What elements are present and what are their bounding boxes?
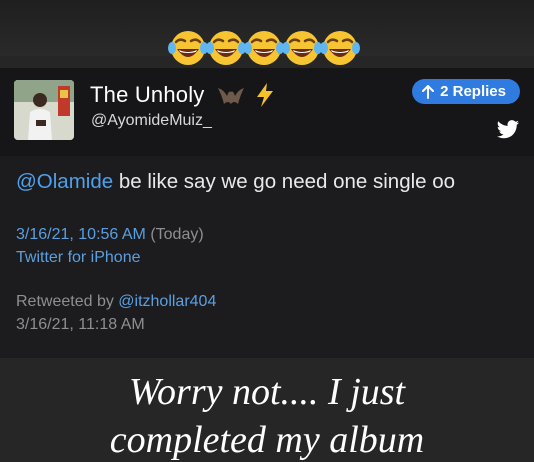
tweet-header: The Unholy @AyomideMuiz_ 2 Replies xyxy=(0,68,534,156)
avatar-photo-icon xyxy=(14,80,74,140)
tweet-card[interactable]: The Unholy @AyomideMuiz_ 2 Replies @Olam… xyxy=(0,68,534,358)
replies-button[interactable]: 2 Replies xyxy=(412,79,520,104)
retweeted-prefix: Retweeted by xyxy=(16,293,119,310)
user-handle[interactable]: @AyomideMuiz_ xyxy=(91,112,212,130)
replies-label: 2 Replies xyxy=(440,83,506,100)
story-caption-line-1: Worry not.... I just xyxy=(128,371,406,413)
tears-of-joy-emoji-icon xyxy=(168,31,208,65)
tweet-date-line: 3/16/21, 10:56 AM (Today) xyxy=(16,226,204,244)
story-caption-line-2: completed my album xyxy=(109,419,425,461)
tweet-date[interactable]: 3/16/21, 10:56 AM xyxy=(16,226,146,243)
lightning-icon xyxy=(257,83,273,107)
tears-of-joy-emoji-icon xyxy=(320,31,360,65)
tweet-client[interactable]: Twitter for iPhone xyxy=(16,249,141,267)
retweeter-handle[interactable]: @itzhollar404 xyxy=(118,293,216,310)
twitter-bird-icon[interactable] xyxy=(496,120,520,140)
mention-link[interactable]: @Olamide xyxy=(16,170,113,193)
tears-of-joy-emoji-icon xyxy=(244,31,284,65)
retweet-date: 3/16/21, 11:18 AM xyxy=(16,316,145,333)
tweet-date-suffix: (Today) xyxy=(145,226,204,243)
arrow-up-icon xyxy=(422,84,435,99)
tweet-body: be like say we go need one single oo xyxy=(113,170,456,193)
tweet-text: @Olamide be like say we go need one sing… xyxy=(16,170,455,194)
tears-of-joy-emoji-icon xyxy=(206,31,246,65)
retweeted-by-line: Retweeted by @itzhollar404 xyxy=(16,293,216,311)
emoji-row xyxy=(168,28,368,68)
bat-icon xyxy=(218,88,244,104)
display-name[interactable]: The Unholy xyxy=(90,82,205,108)
tears-of-joy-emoji-icon xyxy=(282,31,322,65)
avatar[interactable] xyxy=(14,80,74,140)
